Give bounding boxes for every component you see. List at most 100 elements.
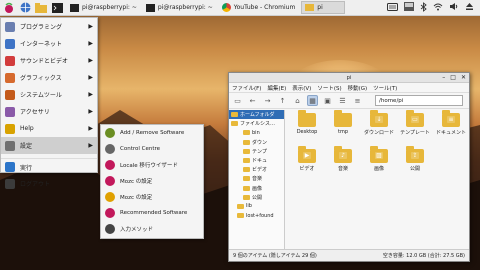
menu-item[interactable]: システムツール ▶	[1, 86, 97, 103]
menu-item[interactable]: ログアウト	[1, 175, 97, 192]
file-item[interactable]: ≡ ドキュメント	[433, 110, 469, 147]
tree-item[interactable]: テンプ	[229, 147, 284, 156]
tree-item-label: ダウン	[252, 139, 268, 146]
new-tab-icon[interactable]: ▭	[232, 95, 243, 106]
chevron-right-icon: ▶	[88, 91, 93, 98]
thumbnail-view-icon[interactable]: ▣	[322, 95, 333, 106]
eject-icon[interactable]	[465, 2, 474, 13]
folder-icon	[231, 121, 238, 127]
file-item-label: ダウンロード	[363, 130, 394, 136]
tree-item[interactable]: ホームフォルダ	[229, 110, 284, 120]
taskbar-task-file-manager[interactable]: pi	[301, 1, 346, 14]
menubar-item[interactable]: 表示(V)	[292, 84, 311, 92]
menubar-item[interactable]: ツール(T)	[373, 84, 397, 92]
file-manager-icon[interactable]	[404, 2, 414, 13]
window-titlebar[interactable]: pi – □ ✕	[229, 73, 469, 83]
minimize-icon[interactable]: –	[442, 74, 445, 81]
settings-submenu: Add / Remove Software Control Centre Local…	[100, 124, 204, 239]
tree-item[interactable]: 音楽	[229, 174, 284, 183]
maximize-icon[interactable]: □	[450, 74, 456, 81]
folder-icon: ▨	[370, 146, 388, 163]
icon-view-icon[interactable]: ▦	[307, 95, 318, 106]
system-tray	[387, 1, 480, 14]
keyboard-icon[interactable]	[387, 2, 398, 13]
file-item[interactable]: tmp	[325, 110, 361, 147]
file-item[interactable]: ♪ 音楽	[325, 146, 361, 183]
menu-item-label: サウンドとビデオ	[20, 58, 69, 65]
file-item[interactable]: ▭ テンプレート	[397, 110, 433, 147]
submenu-item[interactable]: 入力メソッド	[101, 221, 203, 237]
menu-item-label: システムツール	[20, 92, 62, 99]
list-view-icon[interactable]: ≡	[352, 95, 363, 106]
menu-item[interactable]: アクセサリ ▶	[1, 103, 97, 120]
tree-item[interactable]: 画像	[229, 184, 284, 193]
submenu-item-label: Add / Remove Software	[120, 130, 185, 136]
folder-icon	[243, 176, 250, 182]
file-item[interactable]: ▶ ビデオ	[289, 146, 325, 183]
tree-item[interactable]: 公開	[229, 193, 284, 202]
up-icon[interactable]: ↑	[277, 95, 288, 106]
back-icon[interactable]: ←	[247, 95, 258, 106]
globe-icon	[5, 38, 15, 49]
tree-item[interactable]: lib	[229, 202, 284, 211]
submenu-item[interactable]: Add / Remove Software	[101, 125, 203, 141]
submenu-item-label: 入力メソッド	[120, 227, 154, 233]
submenu-item[interactable]: Recommended Software	[101, 205, 203, 221]
start-menu: プログラミング ▶ インターネット ▶ サウンドとビデオ ▶ グラフィックス ▶ システムツール…	[0, 17, 98, 189]
file-item-label: tmp	[337, 129, 348, 135]
menu-item[interactable]: サウンドとビデオ ▶	[1, 52, 97, 69]
tree-item[interactable]: lost+found	[229, 211, 284, 220]
tree-item-label: lost+found	[246, 212, 274, 219]
path-bar[interactable]: /home/pi	[375, 95, 463, 106]
file-item[interactable]: ▨ 画像	[361, 146, 397, 183]
folder-icon[interactable]	[34, 1, 48, 15]
submenu-item[interactable]: Locale 移行ウイザード	[101, 157, 203, 173]
taskbar-task-terminal-2[interactable]: pi@raspberrypi: ~	[143, 1, 216, 14]
tree-item-label: 音楽	[252, 176, 263, 183]
file-item[interactable]: Desktop	[289, 110, 325, 147]
file-manager-window: pi – □ ✕ ファイル(F) 編集(E) 表示(V) ソート(S) 移動(G) ツール…	[228, 72, 470, 262]
home-icon[interactable]: ⌂	[292, 95, 303, 106]
raspberry-menu-icon[interactable]	[2, 1, 16, 15]
menubar-item[interactable]: 編集(E)	[267, 84, 286, 92]
tree-item[interactable]: ダウン	[229, 138, 284, 147]
menu-item-label: ログアウト	[20, 181, 51, 188]
close-icon[interactable]: ✕	[461, 74, 466, 81]
folder-icon	[243, 148, 250, 154]
tree-item[interactable]: ドキュ	[229, 156, 284, 165]
web-browser-icon[interactable]	[18, 1, 32, 15]
menu-item[interactable]: Help ▶	[1, 120, 97, 137]
menubar-item[interactable]: 移動(G)	[348, 84, 368, 92]
menubar-item[interactable]: ソート(S)	[317, 84, 341, 92]
menu-item[interactable]: 設定 ▶	[1, 137, 97, 154]
submenu-item[interactable]: Mozc の設定	[101, 173, 203, 189]
settings-icon	[5, 140, 15, 151]
file-item-label: Desktop	[296, 129, 318, 135]
taskbar-task-chromium[interactable]: YouTube - Chromium	[219, 1, 299, 14]
tree-item[interactable]: ビデオ	[229, 165, 284, 174]
raspberry-icon	[105, 176, 115, 186]
file-item[interactable]: ⇪ 公開	[397, 146, 433, 183]
graphics-icon	[5, 72, 15, 83]
menu-item[interactable]: 実行	[1, 158, 97, 175]
compact-view-icon[interactable]: ☰	[337, 95, 348, 106]
menubar-item[interactable]: ファイル(F)	[232, 84, 261, 92]
submenu-item[interactable]: Mozc の設定	[101, 189, 203, 205]
tree-item[interactable]: ファイルシス…	[229, 119, 284, 128]
forward-icon[interactable]: →	[262, 95, 273, 106]
terminal-icon[interactable]	[50, 1, 64, 15]
file-item[interactable]: ↓ ダウンロード	[361, 110, 397, 147]
volume-icon[interactable]	[449, 2, 459, 13]
tree-item[interactable]: bin	[229, 128, 284, 137]
submenu-item[interactable]: Control Centre	[101, 141, 203, 157]
bluetooth-icon[interactable]	[420, 1, 427, 14]
menu-item[interactable]: グラフィックス ▶	[1, 69, 97, 86]
chevron-right-icon: ▶	[88, 23, 93, 30]
menu-item[interactable]: プログラミング ▶	[1, 18, 97, 35]
network-icon[interactable]	[433, 2, 443, 13]
folder-icon: ⇪	[406, 146, 424, 163]
menubar: ファイル(F) 編集(E) 表示(V) ソート(S) 移動(G) ツール(T)	[229, 83, 469, 93]
taskbar-task-terminal-1[interactable]: pi@raspberrypi: ~	[67, 1, 140, 14]
folder-icon: ▭	[406, 110, 424, 127]
menu-item[interactable]: インターネット ▶	[1, 35, 97, 52]
